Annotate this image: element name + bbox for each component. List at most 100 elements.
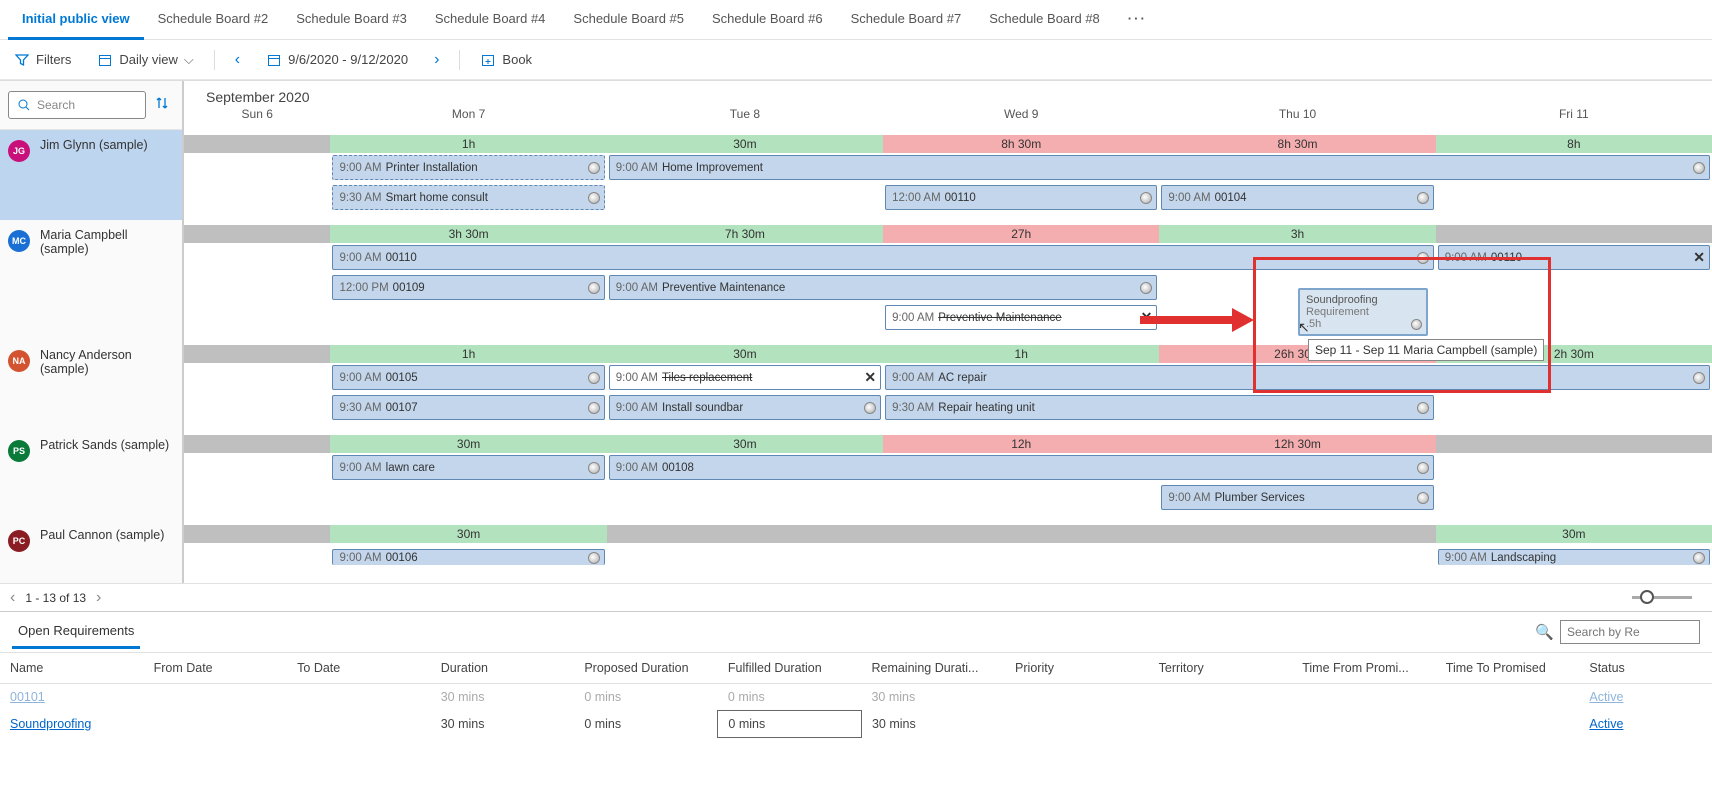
search-icon[interactable]: 🔍 [1535,623,1554,641]
summary-cell: 30m [330,435,606,453]
booking[interactable]: 9:30 AMRepair heating unit [885,395,1434,420]
column-header[interactable]: Territory [1149,653,1293,684]
booking-time: 9:00 AM [892,312,934,324]
resource-row[interactable]: PSPatrick Sands (sample) [0,430,182,520]
plus-calendar-icon [480,52,496,68]
resource-row[interactable]: JGJim Glynn (sample) [0,130,182,220]
column-header[interactable]: Duration [431,653,575,684]
day-header: Tue 8 [607,107,883,135]
booking[interactable]: 9:00 AMPreventive Maintenance [609,275,1158,300]
column-header[interactable]: From Date [144,653,288,684]
tab-schedule-board-8[interactable]: Schedule Board #8 [975,0,1114,40]
booking[interactable]: 9:00 AM00110✕ [1438,245,1710,270]
summary-cell [1436,225,1712,243]
booking[interactable]: 9:00 AMLandscaping [1438,549,1710,565]
summary-cell: 8h 30m [883,135,1159,153]
pager-prev[interactable]: ‹ [10,589,15,607]
column-header[interactable]: Fulfilled Duration [718,653,862,684]
summary-cell [1159,525,1435,543]
summary-cell [1436,435,1712,453]
booking[interactable]: 9:00 AMHome Improvement [609,155,1710,180]
status-link[interactable]: Active [1589,717,1623,731]
table-row[interactable]: Soundproofing30 mins0 mins0 mins30 minsA… [0,711,1712,738]
summary-cell: 3h [1159,225,1435,243]
requirements-search[interactable] [1560,620,1700,644]
resource-search[interactable]: Search [8,91,146,119]
avatar: JG [8,140,30,162]
tab-schedule-board-3[interactable]: Schedule Board #3 [282,0,421,40]
close-icon[interactable]: ✕ [1693,249,1705,266]
booking-label: Preventive Maintenance [938,312,1061,324]
booking[interactable]: 9:00 AMAC repair [885,365,1710,390]
date-range-picker[interactable]: 9/6/2020 - 9/12/2020 [260,48,414,72]
booking[interactable]: 9:30 AMSmart home consult [332,185,604,210]
status-link[interactable]: Active [1589,690,1623,704]
tab-schedule-board-4[interactable]: Schedule Board #4 [421,0,560,40]
booking-label: 00110 [386,252,417,264]
table-row[interactable]: 0010130 mins0 mins0 mins30 minsActive [0,684,1712,711]
resource-name: Patrick Sands (sample) [40,438,169,452]
column-header[interactable]: Name [0,653,144,684]
filters-button[interactable]: Filters [8,48,77,72]
date-range-label: 9/6/2020 - 9/12/2020 [288,52,408,67]
tab-schedule-board-5[interactable]: Schedule Board #5 [559,0,698,40]
column-header[interactable]: Status [1579,653,1712,684]
booking[interactable]: 9:00 AMPreventive Maintenance✕ [885,305,1157,330]
book-button[interactable]: Book [474,48,538,72]
booking[interactable]: 9:00 AM00108 [609,455,1434,480]
req-link[interactable]: 00101 [10,690,45,704]
tab-schedule-board-7[interactable]: Schedule Board #7 [837,0,976,40]
booking[interactable]: 9:00 AMPlumber Services [1161,485,1433,510]
booking-time: 9:00 AM [339,372,381,384]
day-header: Fri 11 [1436,107,1712,135]
drag-tooltip: Sep 11 - Sep 11 Maria Campbell (sample) [1308,339,1544,361]
booking[interactable]: 9:00 AM00105 [332,365,604,390]
booking[interactable]: 12:00 PM00109 [332,275,604,300]
column-header[interactable]: Remaining Durati... [861,653,1005,684]
column-header[interactable]: Priority [1005,653,1149,684]
booking[interactable]: 12:00 AM00110 [885,185,1157,210]
booking[interactable]: 9:00 AM00104 [1161,185,1433,210]
tab-overflow[interactable]: ··· [1114,0,1161,40]
table-cell: Soundproofing [0,711,144,738]
column-header[interactable]: To Date [287,653,431,684]
tab-initial-public-view[interactable]: Initial public view [8,0,144,40]
tab-open-requirements[interactable]: Open Requirements [12,615,140,649]
tab-schedule-board-2[interactable]: Schedule Board #2 [144,0,283,40]
resource-row[interactable]: NANancy Anderson (sample) [0,340,182,430]
view-selector[interactable]: Daily view ⌵ [91,48,199,72]
resource-row[interactable]: PCPaul Cannon (sample) [0,520,182,568]
prev-week-button[interactable]: ‹ [229,47,246,73]
resource-pane: Search JGJim Glynn (sample)MCMaria Campb… [0,81,184,583]
next-week-button[interactable]: › [428,47,445,73]
booking-time: 9:00 AM [616,462,658,474]
drag-preview-card[interactable]: Soundproofing Requirement .5h [1298,288,1428,336]
booking-time: 9:00 AM [616,372,658,384]
booking-time: 9:30 AM [339,192,381,204]
summary-cell [184,135,330,153]
sort-toggle[interactable] [154,95,174,115]
table-cell: 30 mins [431,711,575,738]
summary-cell: 3h 30m [330,225,606,243]
booking[interactable]: 9:00 AM00110 [332,245,1433,270]
booking[interactable]: 9:00 AM00106 [332,549,604,565]
pager-next[interactable]: › [96,589,101,607]
booking[interactable]: 9:00 AMTiles replacement✕ [609,365,881,390]
booking[interactable]: 9:00 AMlawn care [332,455,604,480]
column-header[interactable]: Time From Promi... [1292,653,1436,684]
summary-cell: 30m [607,345,883,363]
table-cell: 0 mins [574,684,718,711]
column-header[interactable]: Proposed Duration [574,653,718,684]
tab-schedule-board-6[interactable]: Schedule Board #6 [698,0,837,40]
resource-row[interactable]: MCMaria Campbell (sample) [0,220,182,340]
summary-cell: 12h [883,435,1159,453]
booking[interactable]: 9:30 AM00107 [332,395,604,420]
filters-label: Filters [36,52,71,67]
booking[interactable]: 9:00 AMInstall soundbar [609,395,881,420]
column-header[interactable]: Time To Promised [1436,653,1580,684]
zoom-slider[interactable] [1632,596,1692,599]
summary-cell: 1h [330,135,606,153]
req-link[interactable]: Soundproofing [10,717,91,731]
booking[interactable]: 9:00 AMPrinter Installation [332,155,604,180]
close-icon[interactable]: ✕ [864,369,876,386]
